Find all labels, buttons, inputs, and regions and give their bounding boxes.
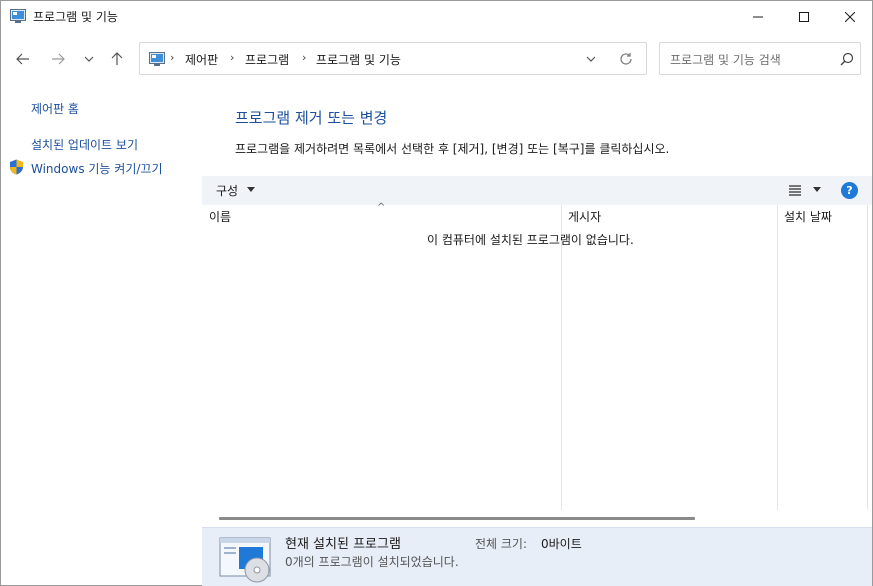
breadcrumb-control-panel[interactable]: 제어판 xyxy=(185,51,218,68)
title-bar: 프로그램 및 기능 xyxy=(1,1,872,32)
sidebar-item-view-installed-updates[interactable]: 설치된 업데이트 보기 xyxy=(31,136,138,153)
maximize-button[interactable] xyxy=(781,1,827,32)
up-button[interactable] xyxy=(105,47,129,71)
refresh-icon[interactable] xyxy=(618,51,634,67)
sort-ascending-icon: ^ xyxy=(377,202,386,213)
breadcrumb-programs-and-features[interactable]: 프로그램 및 기능 xyxy=(316,51,401,68)
details-title: 현재 설치된 프로그램 xyxy=(285,537,401,552)
control-panel-icon xyxy=(10,9,26,23)
address-dropdown-icon[interactable] xyxy=(584,52,598,66)
forward-button[interactable] xyxy=(46,47,70,71)
breadcrumb-programs[interactable]: 프로그램 xyxy=(245,51,289,68)
sidebar-item-control-panel-home[interactable]: 제어판 홈 xyxy=(31,100,79,117)
command-toolbar: 구성 ? xyxy=(202,176,872,205)
search-icon[interactable] xyxy=(839,51,855,67)
back-button[interactable] xyxy=(11,47,35,71)
column-header-install-date[interactable]: 설치 날짜 xyxy=(784,208,832,225)
address-bar[interactable]: › 제어판 › 프로그램 › 프로그램 및 기능 xyxy=(139,42,647,75)
column-divider[interactable] xyxy=(867,205,868,510)
window-title: 프로그램 및 기능 xyxy=(33,10,118,24)
up-arrow-icon xyxy=(111,52,123,65)
close-icon xyxy=(845,11,855,22)
installed-programs-icon xyxy=(219,537,271,583)
recent-locations-button[interactable] xyxy=(77,47,101,71)
breadcrumb-separator-icon[interactable]: › xyxy=(302,51,306,64)
column-header-name[interactable]: 이름 xyxy=(209,208,231,225)
organize-button[interactable]: 구성 xyxy=(216,182,238,199)
breadcrumb-separator-icon[interactable]: › xyxy=(230,51,234,64)
column-header-publisher[interactable]: 게시자 xyxy=(568,208,601,225)
page-description: 프로그램을 제거하려면 목록에서 선택한 후 [제거], [변경] 또는 [복구… xyxy=(235,142,670,156)
close-button[interactable] xyxy=(827,1,873,32)
page-title: 프로그램 제거 또는 변경 xyxy=(235,109,388,127)
view-details-icon[interactable] xyxy=(788,184,802,196)
recent-dropdown-icon xyxy=(84,56,94,62)
search-input[interactable]: 프로그램 및 기능 검색 xyxy=(670,51,781,68)
minimize-button[interactable] xyxy=(735,1,781,32)
organize-dropdown-icon[interactable] xyxy=(247,187,255,192)
back-arrow-icon xyxy=(16,53,29,65)
uac-shield-icon xyxy=(10,159,23,175)
details-program-count: 0개의 프로그램이 설치되었습니다. xyxy=(285,555,459,569)
control-panel-icon xyxy=(149,52,165,66)
column-divider[interactable] xyxy=(561,205,562,510)
empty-list-message: 이 컴퓨터에 설치된 프로그램이 없습니다. xyxy=(427,233,634,247)
details-size-value: 0바이트 xyxy=(541,537,582,551)
help-button[interactable]: ? xyxy=(841,182,858,199)
view-dropdown-icon[interactable] xyxy=(813,187,821,192)
minimize-icon xyxy=(753,16,763,17)
search-box[interactable]: 프로그램 및 기능 검색 xyxy=(659,42,861,75)
breadcrumb-separator-icon[interactable]: › xyxy=(170,51,174,64)
maximize-icon xyxy=(799,11,809,22)
horizontal-scrollbar[interactable] xyxy=(219,517,695,520)
details-pane: 현재 설치된 프로그램 0개의 프로그램이 설치되었습니다. 전체 크기: 0바… xyxy=(202,527,872,586)
details-size-label: 전체 크기: xyxy=(475,537,528,551)
column-divider[interactable] xyxy=(777,205,778,510)
sidebar-item-windows-features[interactable]: Windows 기능 켜기/끄기 xyxy=(31,160,162,177)
programs-and-features-window: 프로그램 및 기능 › 제어판 › 프로그램 › 프로그램 및 기능 프로그램 … xyxy=(0,0,873,586)
forward-arrow-icon xyxy=(52,53,65,65)
